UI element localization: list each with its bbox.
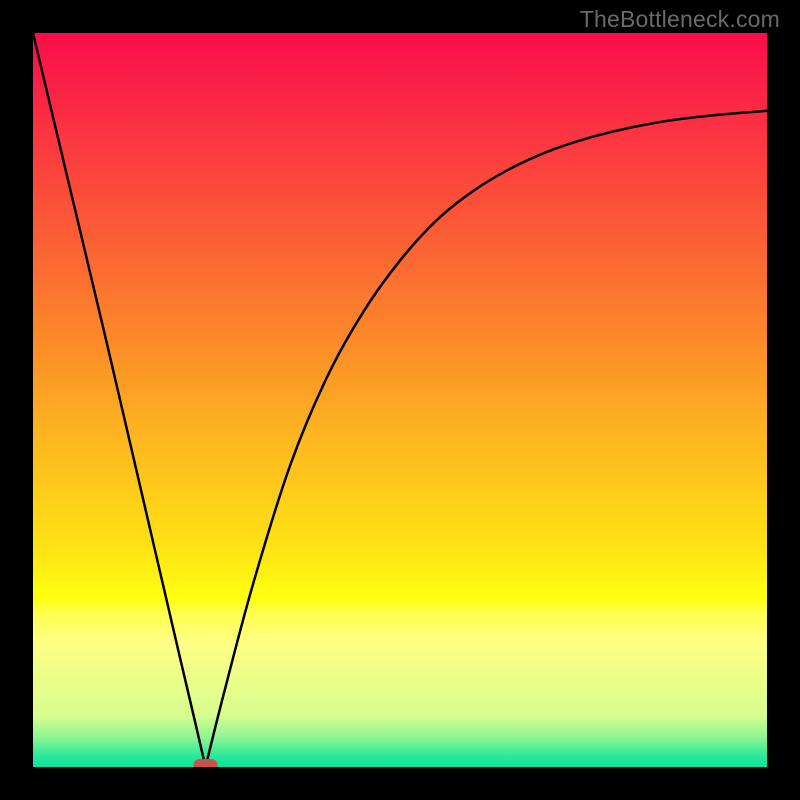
minimum-marker (193, 759, 217, 767)
plot-area (33, 33, 767, 767)
watermark-label: TheBottleneck.com (580, 6, 780, 33)
chart-svg (33, 33, 767, 767)
gradient-background (33, 33, 767, 767)
chart-container: TheBottleneck.com (0, 0, 800, 800)
